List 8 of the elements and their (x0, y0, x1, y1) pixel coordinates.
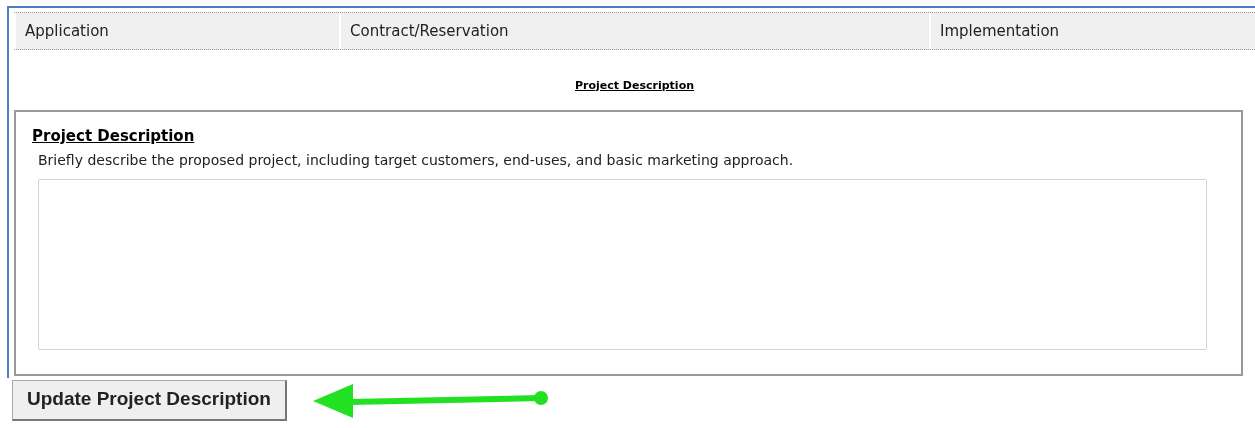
instructions-text: Briefly describe the proposed project, including target customers, end-uses, and basic marketing approach. (37, 150, 795, 170)
description-field[interactable] (38, 178, 1207, 350)
tab[interactable]: Implementation (929, 13, 1255, 49)
section-heading: Project Description (32, 125, 196, 146)
tab[interactable]: Application (14, 13, 339, 49)
tab[interactable]: Contract/Reservation (339, 13, 929, 49)
update-button[interactable]: Update Project Description (12, 379, 287, 421)
page-title: Project Description (575, 78, 694, 94)
